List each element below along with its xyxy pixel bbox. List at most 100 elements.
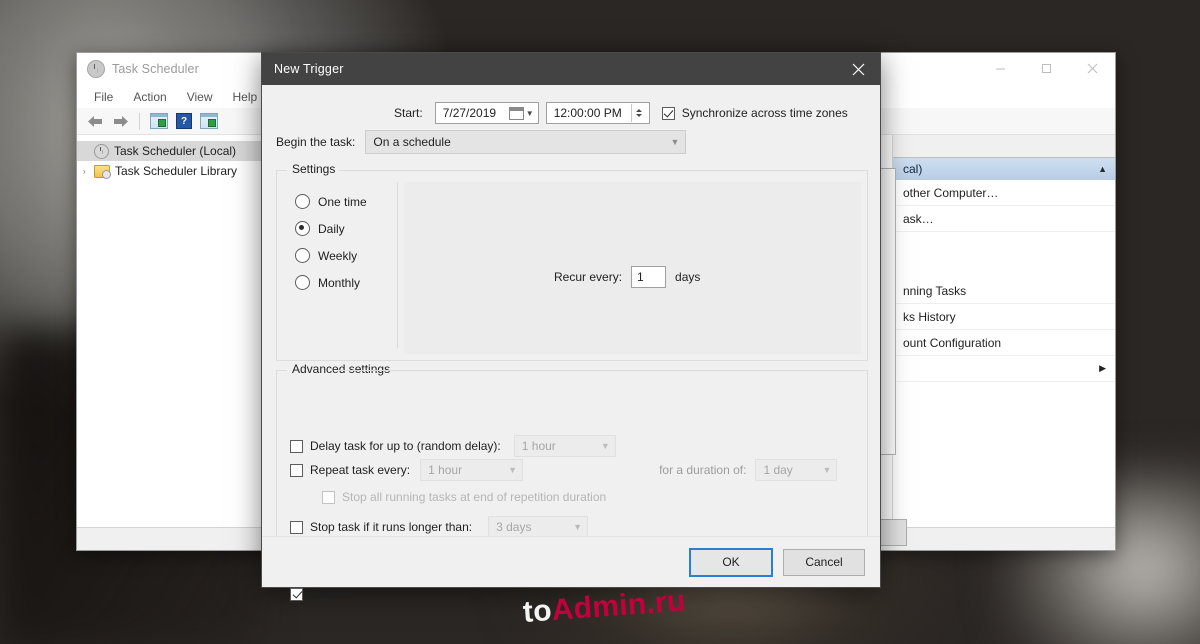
radio-label: Daily [318,222,345,236]
tree-item-task-scheduler-library[interactable]: › Task Scheduler Library [77,161,264,181]
enabled-checkbox[interactable]: Enabled [290,587,354,601]
radio-monthly[interactable]: Monthly [295,269,390,296]
spinner-icon[interactable] [631,104,646,122]
checkbox-indicator [290,588,303,601]
chevron-down-icon: ▼ [601,441,610,451]
repeat-duration-select[interactable]: 1 day ▼ [755,459,837,481]
dialog-button-row: OK Cancel [262,536,880,587]
radio-label: Monthly [318,276,360,290]
stop-if-longer-label: Stop task if it runs longer than: [310,520,472,534]
maximize-icon[interactable] [1023,53,1069,84]
delay-task-label: Delay task for up to (random delay): [310,439,501,453]
action-create-basic-task[interactable]: ask… [893,206,1115,232]
actions-pane-title-label: cal) [903,162,922,176]
repeat-task-label: Repeat task every: [310,463,410,477]
dialog-title: New Trigger [274,62,344,76]
repeat-task-row: Repeat task every: 1 hour ▼ for a durati… [290,459,837,481]
minimize-icon[interactable] [977,53,1023,84]
action-label: ks History [903,310,956,324]
repeat-duration-label: for a duration of: [659,463,746,477]
back-arrow-icon[interactable] [84,111,106,131]
menu-help[interactable]: Help [224,88,267,106]
action-display-all-running-tasks[interactable]: nning Tasks [893,278,1115,304]
menu-view[interactable]: View [178,88,222,106]
sync-time-zones-checkbox[interactable]: Synchronize across time zones [662,106,848,120]
radio-indicator [295,221,310,236]
close-icon[interactable] [836,53,880,85]
menu-file[interactable]: File [85,88,122,106]
action-label: other Computer… [903,186,998,200]
action-label: ask… [903,212,934,226]
begin-task-select[interactable]: On a schedule ▼ [365,130,686,154]
tree-item-task-scheduler-local[interactable]: Task Scheduler (Local) [77,141,264,161]
help-icon[interactable]: ? [173,111,195,131]
stop-if-longer-value: 3 days [496,520,531,534]
forward-arrow-icon[interactable] [109,111,131,131]
properties-icon[interactable] [148,111,170,131]
begin-task-row: Begin the task: On a schedule ▼ [276,130,686,154]
tree-item-label: Task Scheduler (Local) [114,144,236,158]
toolbar-separator [139,113,140,130]
enabled-row: Enabled [290,587,354,601]
radio-indicator [295,194,310,209]
main-window-title: Task Scheduler [112,62,199,76]
checkbox-indicator [290,521,303,534]
repeat-interval-select[interactable]: 1 hour ▼ [420,459,523,481]
clock-icon [87,60,105,78]
recur-unit-label: days [675,270,700,284]
action-at-service-account-configuration[interactable]: ount Configuration [893,330,1115,356]
action-connect-to-another-computer[interactable]: other Computer… [893,180,1115,206]
repeat-task-checkbox[interactable]: Repeat task every: [290,463,410,477]
chevron-down-icon: ▼ [823,465,832,475]
stop-if-longer-checkbox[interactable]: Stop task if it runs longer than: [290,520,472,534]
actions-pane-spacer [893,232,1115,278]
schedule-type-radio-group: One time Daily Weekly Monthly [295,188,390,296]
settings-divider [397,182,398,348]
start-date-input[interactable]: 7/27/2019 ▼ [435,102,539,124]
stop-all-running-checkbox[interactable]: Stop all running tasks at end of repetit… [322,490,606,504]
cancel-button[interactable]: Cancel [783,549,865,576]
delay-task-select[interactable]: 1 hour ▼ [514,435,616,457]
main-window-caption-buttons [977,53,1115,84]
tree-pane: Task Scheduler (Local) › Task Scheduler … [77,135,265,528]
chevron-down-icon: ▼ [573,522,582,532]
actions-pane-title[interactable]: cal) ▲ [893,158,1115,180]
new-folder-icon[interactable] [198,111,220,131]
stop-if-longer-row: Stop task if it runs longer than: 3 days… [290,516,588,538]
chevron-up-icon[interactable]: ▲ [1098,164,1107,174]
clock-icon [94,144,109,159]
action-view[interactable]: ▶ [893,356,1115,382]
chevron-down-icon: ▼ [670,137,679,147]
delay-task-value: 1 hour [522,439,556,453]
start-time-value: 12:00:00 PM [554,106,622,120]
start-label: Start: [394,106,423,120]
delay-task-checkbox[interactable]: Delay task for up to (random delay): [290,439,501,453]
ok-button-label: OK [722,555,739,569]
chevron-down-icon[interactable]: ▼ [526,109,534,118]
checkbox-indicator [662,107,675,120]
settings-group: Settings One time Daily Weekly [276,170,868,361]
menu-action[interactable]: Action [124,88,175,106]
radio-weekly[interactable]: Weekly [295,242,390,269]
chevron-right-icon[interactable]: › [83,167,94,176]
recur-every-label: Recur every: [554,270,622,284]
ok-button[interactable]: OK [689,548,773,577]
new-trigger-dialog: New Trigger Begin the task: On a schedul… [261,52,881,588]
recur-every-input[interactable]: 1 [631,266,666,288]
radio-daily[interactable]: Daily [295,215,390,242]
radio-indicator [295,248,310,263]
dialog-body: Begin the task: On a schedule ▼ Settings… [262,85,880,587]
sync-time-zones-label: Synchronize across time zones [682,106,848,120]
start-time-input[interactable]: 12:00:00 PM [546,102,650,124]
close-icon[interactable] [1069,53,1115,84]
calendar-icon[interactable] [509,107,524,120]
chevron-down-icon: ▼ [508,465,517,475]
action-enable-all-tasks-history[interactable]: ks History [893,304,1115,330]
stop-if-longer-select[interactable]: 3 days ▼ [488,516,588,538]
recur-every-row: Recur every: 1 days [554,266,700,288]
radio-label: One time [318,195,367,209]
radio-one-time[interactable]: One time [295,188,390,215]
watermark-part-1: to [522,594,553,629]
tree-item-label: Task Scheduler Library [115,164,237,178]
screenshot-stage: Task Scheduler File Action View Help [0,0,1200,644]
